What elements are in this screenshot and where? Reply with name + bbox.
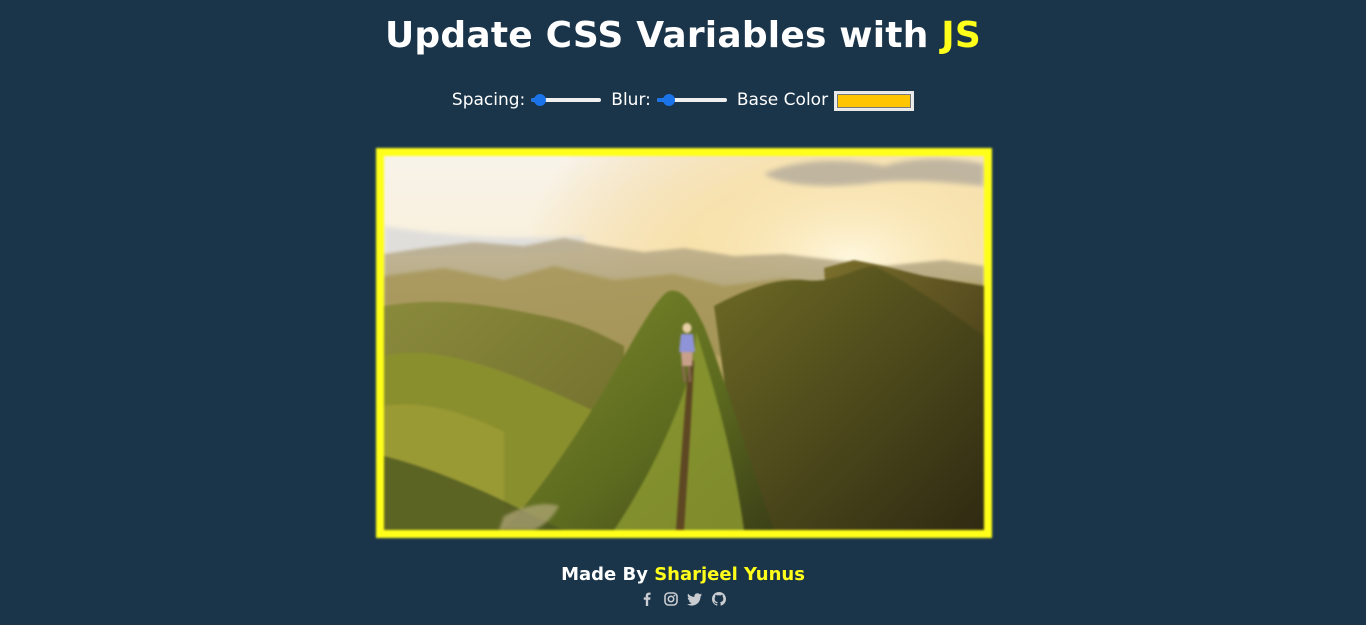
footer: Made By Sharjeel Yunus [0,562,1366,588]
controls-bar: Spacing: Blur: Base Color [0,86,1366,114]
spacing-slider-thumb[interactable] [534,94,547,106]
photo-frame [376,148,992,538]
title-highlight: JS [941,15,982,56]
mountain-ridge-photo [384,156,984,530]
facebook-icon[interactable] [639,591,655,607]
github-icon[interactable] [711,591,727,607]
spacing-label: Spacing: [451,90,526,110]
spacing-slider[interactable] [531,93,602,107]
page: Update CSS Variables with JS Spacing: Bl… [0,0,1366,625]
base-color-label: Base Color [736,90,829,110]
blur-label: Blur: [611,90,651,110]
base-color-picker[interactable] [834,91,915,111]
twitter-icon[interactable] [687,591,703,607]
instagram-icon[interactable] [663,591,679,607]
author-name[interactable]: Sharjeel Yunus [654,564,805,585]
title-prefix: Update CSS Variables with [384,15,942,56]
made-by-text: Made By [561,564,655,585]
blur-slider[interactable] [656,93,727,107]
blur-slider-thumb[interactable] [662,94,675,106]
page-title: Update CSS Variables with JS [0,12,1366,60]
base-color-swatch [837,94,912,108]
social-links [0,591,1366,607]
